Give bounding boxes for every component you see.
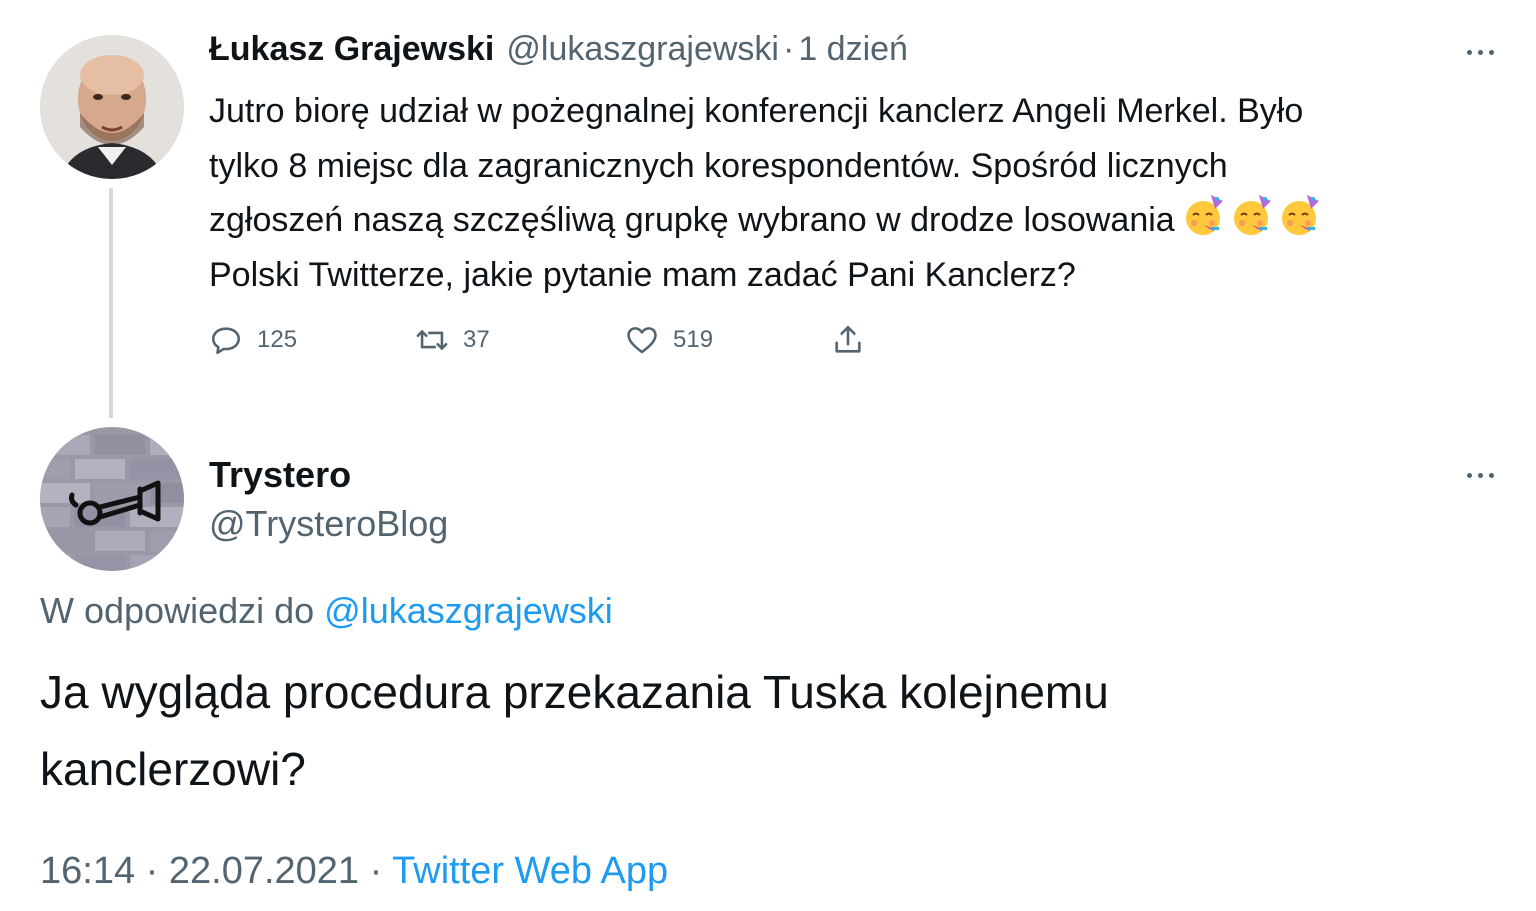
thread-connector-line: [109, 188, 113, 418]
reply-author-name[interactable]: Trystero: [209, 454, 351, 496]
tweet-metadata: 16:14 · 22.07.2021 · Twitter Web App: [40, 850, 668, 893]
retweet-icon: [416, 330, 448, 350]
tweet-actions: 125 37 519: [209, 318, 909, 362]
tweet-text-end: Polski Twitterze, jakie pytanie mam zada…: [209, 255, 1076, 294]
author-name[interactable]: Łukasz Grajewski: [209, 30, 494, 69]
partying-face-emoji-icon: [1233, 195, 1271, 235]
reply-tweet-text: Ja wygląda procedura przekazania Tuska k…: [40, 666, 1109, 795]
replying-to-label: W odpowiedzi do: [40, 590, 315, 631]
share-button[interactable]: [831, 318, 865, 362]
partying-face-emoji-icon: [1185, 195, 1223, 235]
retweet-button[interactable]: 37: [415, 318, 490, 362]
share-icon: [835, 325, 861, 353]
reply-button[interactable]: 125: [209, 318, 297, 362]
replying-to-line: W odpowiedzi do @lukaszgrajewski: [40, 590, 613, 632]
tweet-text-main: Jutro biorę udział w pożegnalnej konfere…: [209, 92, 1304, 239]
replying-to-mention-link[interactable]: @lukaszgrajewski: [324, 590, 613, 631]
meta-separator: ·: [145, 850, 159, 892]
tweet-header: Łukasz Grajewski @lukaszgrajewski · 1 dz…: [209, 30, 908, 76]
like-button[interactable]: 519: [625, 318, 713, 362]
author-handle[interactable]: @lukaszgrajewski: [506, 30, 779, 69]
tweet-date[interactable]: 22.07.2021: [169, 850, 359, 892]
reply-count: 125: [257, 326, 298, 353]
header-separator: ·: [782, 30, 795, 68]
author-avatar-trystero[interactable]: [40, 427, 184, 571]
meta-separator: ·: [369, 850, 383, 892]
retweet-count: 37: [463, 326, 490, 353]
reply-icon: [211, 327, 241, 355]
emoji-group: [1181, 193, 1321, 237]
reply-more-options-button[interactable]: [1460, 465, 1500, 485]
partying-face-emoji-icon: [1281, 195, 1319, 235]
more-options-button[interactable]: [1460, 42, 1500, 62]
more-dots-icon: [1466, 472, 1494, 478]
more-dots-icon: [1466, 49, 1494, 55]
tweet-time[interactable]: 16:14: [40, 850, 135, 892]
tweet-text: Jutro biorę udział w pożegnalnej konfere…: [209, 84, 1509, 302]
author-avatar-lukasz[interactable]: [40, 35, 184, 179]
like-count: 519: [673, 326, 714, 353]
source-app-link[interactable]: Twitter Web App: [392, 850, 668, 892]
heart-icon: [627, 327, 657, 354]
tweet-timestamp[interactable]: 1 dzień: [798, 30, 908, 69]
tweet-thread: Łukasz Grajewski @lukaszgrajewski · 1 dz…: [0, 0, 1536, 911]
reply-author-handle[interactable]: @TrysteroBlog: [209, 503, 448, 545]
